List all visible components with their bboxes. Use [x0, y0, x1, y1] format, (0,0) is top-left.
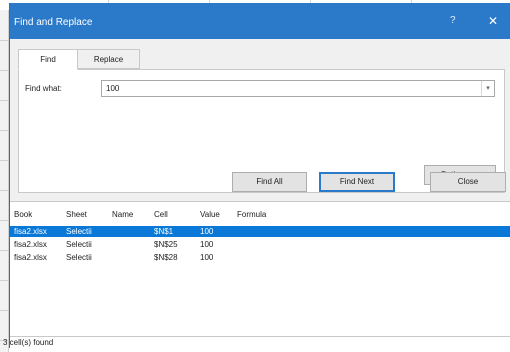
tab-replace[interactable]: Replace: [78, 49, 140, 69]
dialog-titlebar[interactable]: Find and Replace ? ✕: [10, 3, 510, 39]
help-button[interactable]: ?: [450, 15, 456, 26]
find-replace-dialog: Find and Replace ? ✕ Find Replace Find w…: [3, 3, 510, 348]
status-bar: 3 cell(s) found: [3, 336, 510, 348]
result-cell: $N$28: [154, 253, 178, 262]
dialog-title: Find and Replace: [14, 17, 93, 28]
result-value: 100: [200, 253, 214, 262]
result-sheet: Selectii: [66, 253, 92, 262]
result-book: fisa2.xlsx: [14, 240, 47, 249]
grid-line: [0, 100, 9, 101]
grid-line: [0, 250, 9, 251]
result-sheet: Selectii: [66, 227, 92, 236]
result-value: 100: [200, 227, 214, 236]
results-list[interactable]: Book Sheet Name Cell Value Formula fisa2…: [10, 201, 510, 336]
result-cell: $N$1: [154, 227, 174, 236]
result-row[interactable]: fisa2.xlsx Selectii $N$25 100: [10, 239, 510, 250]
find-all-button[interactable]: Find All: [232, 172, 307, 192]
column-header-cell[interactable]: Cell: [154, 210, 168, 219]
find-panel: Find Replace Find what: 100 ▾ Options >>…: [10, 39, 510, 201]
result-row[interactable]: fisa2.xlsx Selectii $N$1 100: [10, 226, 510, 237]
close-icon[interactable]: ✕: [488, 14, 498, 28]
find-what-value: 100: [106, 84, 120, 93]
chevron-down-icon[interactable]: ▾: [481, 81, 494, 96]
tab-find[interactable]: Find: [18, 49, 78, 70]
result-book: fisa2.xlsx: [14, 227, 47, 236]
grid-line: [0, 280, 9, 281]
status-text: 3 cell(s) found: [3, 338, 54, 347]
result-cell: $N$25: [154, 240, 178, 249]
result-value: 100: [200, 240, 214, 249]
grid-line: [0, 130, 9, 131]
column-header-book[interactable]: Book: [14, 210, 32, 219]
find-what-label: Find what:: [25, 84, 62, 93]
grid-line: [0, 70, 9, 71]
close-button[interactable]: Close: [430, 172, 506, 192]
grid-line: [0, 160, 9, 161]
result-book: fisa2.xlsx: [14, 253, 47, 262]
column-header-name[interactable]: Name: [112, 210, 133, 219]
result-sheet: Selectii: [66, 240, 92, 249]
result-row[interactable]: fisa2.xlsx Selectii $N$28 100: [10, 252, 510, 263]
grid-line: [0, 220, 9, 221]
find-what-input[interactable]: 100 ▾: [101, 80, 495, 97]
row-header-strip: [0, 10, 9, 352]
column-header-sheet[interactable]: Sheet: [66, 210, 87, 219]
grid-line: [0, 310, 9, 311]
column-header-formula[interactable]: Formula: [237, 210, 266, 219]
column-header-value[interactable]: Value: [200, 210, 220, 219]
find-next-button[interactable]: Find Next: [319, 172, 395, 192]
grid-line: [0, 40, 9, 41]
grid-line: [0, 190, 9, 191]
